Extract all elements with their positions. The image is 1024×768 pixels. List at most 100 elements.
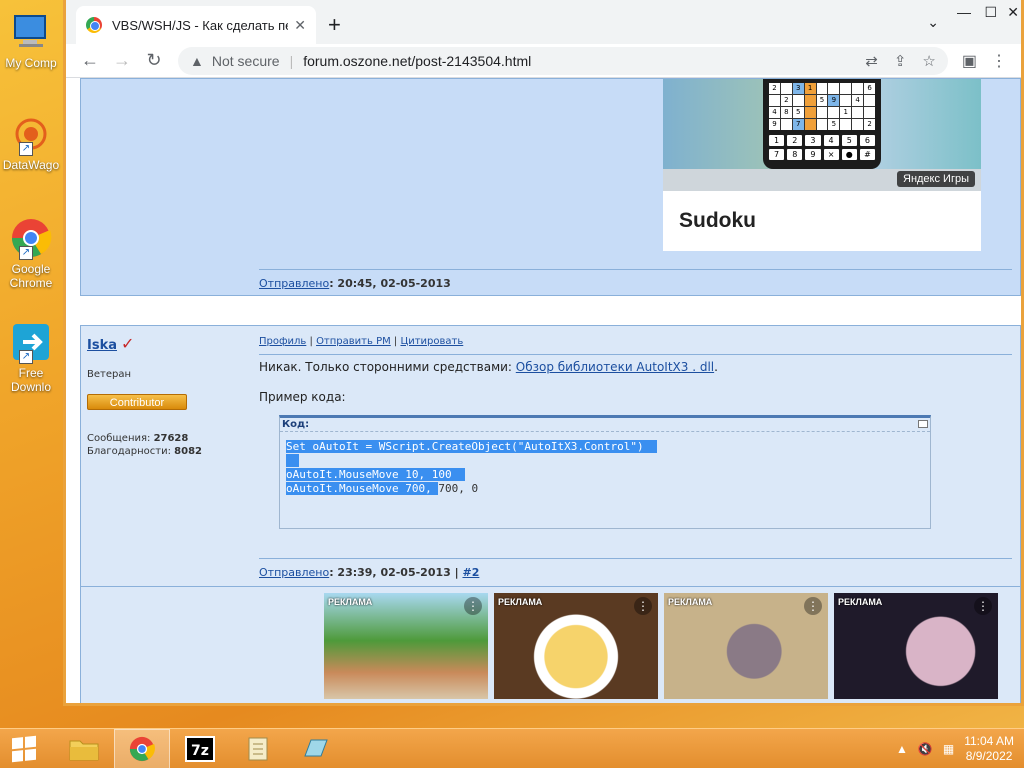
ad-tile[interactable]: РЕКЛАМА ⋮: [664, 593, 828, 699]
profile-link[interactable]: Профиль: [259, 336, 306, 347]
url-text: forum.oszone.net/post-2143504.html: [303, 52, 532, 69]
sudoku-cell: [816, 107, 828, 118]
ad-tile[interactable]: РЕКЛАМА ⋮: [834, 593, 998, 699]
clock[interactable]: 11:04 AM 8/9/2022: [964, 734, 1014, 764]
desktop-icon-chrome[interactable]: ↗ Google Chrome: [0, 216, 62, 290]
messages-count: 27628: [153, 433, 189, 444]
sudoku-key: ×: [823, 149, 839, 160]
close-window-button[interactable]: ✕: [1007, 4, 1019, 21]
forward-button[interactable]: →: [106, 47, 138, 75]
sudoku-key: 5: [841, 135, 857, 146]
sudoku-key: 1: [769, 135, 785, 146]
divider: [259, 354, 1012, 355]
share-icon[interactable]: ⇪: [894, 52, 907, 70]
post-number-link[interactable]: #2: [462, 566, 479, 579]
code-header-label: Код:: [282, 419, 310, 430]
checkmark-icon: ✓: [121, 334, 135, 353]
taskbar-7zip[interactable]: 7z: [172, 729, 228, 768]
security-status: Not secure: [211, 52, 280, 69]
sudoku-cell: 1: [804, 83, 816, 94]
autoitx3-link[interactable]: Обзор библиотеки AutoItX3 . dll: [516, 360, 714, 374]
taskbar-notepad[interactable]: [230, 729, 286, 768]
code-content[interactable]: Set oAutoIt = WScript.CreateObject("Auto…: [280, 432, 930, 504]
post-text-end: .: [714, 360, 718, 374]
sudoku-cell: [780, 119, 792, 130]
browser-toolbar: ← → ↻ ▲ Not secure | forum.oszone.net/po…: [66, 44, 1021, 78]
desktop-icon-free-download[interactable]: ↗ Free Downlo: [0, 320, 62, 394]
start-button[interactable]: [0, 729, 48, 768]
tab-bar: VBS/WSH/JS - Как сделать пере ✕ + ⌄ — ☐ …: [66, 0, 1021, 44]
more-options-icon[interactable]: ⋮: [634, 597, 652, 615]
sudoku-cell: 5: [828, 119, 840, 130]
sent-link[interactable]: Отправлено: [259, 277, 329, 290]
sudoku-cell: [816, 119, 828, 130]
sudoku-key: 7: [769, 149, 785, 160]
tab-search-icon[interactable]: ⌄: [927, 14, 939, 31]
close-tab-icon[interactable]: ✕: [294, 17, 306, 34]
sudoku-cell: [804, 119, 816, 130]
sudoku-key: #: [859, 149, 875, 160]
example-label: Пример кода:: [259, 390, 346, 404]
more-options-icon[interactable]: ⋮: [804, 597, 822, 615]
sudoku-cell: [852, 119, 864, 130]
sent-link[interactable]: Отправлено: [259, 566, 329, 579]
taskbar-file-explorer[interactable]: [56, 729, 112, 768]
side-panel-icon[interactable]: ▣: [962, 51, 977, 71]
sudoku-key: 8: [787, 149, 803, 160]
more-options-icon[interactable]: ⋮: [464, 597, 482, 615]
sudoku-cell: 7: [792, 119, 804, 130]
expand-icon[interactable]: [918, 420, 928, 428]
volume-muted-icon[interactable]: 🔇: [918, 742, 933, 756]
thanks-label: Благодарности:: [87, 446, 175, 457]
ad-tile[interactable]: РЕКЛАМА ⋮: [494, 593, 658, 699]
desktop-icon-my-computer[interactable]: My Comp: [0, 10, 62, 70]
divider: [81, 586, 1020, 587]
favicon-icon: [86, 17, 102, 33]
network-icon[interactable]: ▦: [943, 742, 954, 756]
new-tab-button[interactable]: +: [328, 12, 341, 38]
desktop-icon-label: Google Chrome: [9, 262, 53, 290]
sudoku-key: 9: [805, 149, 821, 160]
warning-icon: ▲: [190, 52, 204, 69]
sudoku-cell: [852, 107, 864, 118]
more-options-icon[interactable]: ⋮: [974, 597, 992, 615]
clock-time: 11:04 AM: [964, 733, 1014, 748]
windows-logo-icon: [12, 735, 36, 762]
back-button[interactable]: ←: [74, 47, 106, 75]
taskbar-chrome[interactable]: [114, 728, 170, 768]
taskbar-app[interactable]: [288, 729, 344, 768]
sudoku-cell: 6: [864, 83, 875, 94]
datawago-icon: ↗: [9, 112, 53, 156]
desktop-icon-datawago[interactable]: ↗ DataWago: [0, 112, 62, 172]
translate-icon[interactable]: ⇄: [865, 52, 878, 70]
sudoku-cell: 8: [780, 107, 792, 118]
send-pm-link[interactable]: Отправить PM: [316, 336, 391, 347]
show-hidden-icons[interactable]: ▲: [896, 742, 908, 756]
address-bar[interactable]: ▲ Not secure | forum.oszone.net/post-214…: [178, 46, 948, 75]
messages-label: Сообщения:: [87, 433, 154, 444]
reload-button[interactable]: ↻: [138, 47, 170, 75]
sudoku-cell: 3: [792, 83, 804, 94]
post-date: Отправлено: 20:45, 02-05-2013: [259, 277, 451, 290]
sudoku-cell: 4: [852, 95, 864, 106]
code-line: Set oAutoIt = WScript.CreateObject("Auto…: [286, 440, 644, 453]
code-block[interactable]: Код: Set oAutoIt = WScript.CreateObject(…: [279, 415, 931, 529]
sudoku-cell: [828, 83, 840, 94]
ad-label: РЕКЛАМА: [498, 597, 543, 607]
post-time: : 23:39, 02-05-2013 |: [329, 566, 463, 579]
sudoku-ad[interactable]: 2316259448519752 1 2 3 4 5 6 7 8 9 × ● # Яндекс Игр…: [663, 79, 981, 251]
browser-tab[interactable]: VBS/WSH/JS - Как сделать пере ✕: [76, 6, 316, 44]
phone-image: 2316259448519752 1 2 3 4 5 6 7 8 9 × ● #: [763, 79, 881, 169]
thanks-count: 8082: [174, 446, 203, 457]
author-name[interactable]: Iska: [87, 338, 117, 353]
scroll-icon: [248, 737, 268, 760]
menu-icon[interactable]: ⋮: [991, 51, 1007, 71]
ad-tile[interactable]: РЕКЛАМА ⋮: [324, 593, 488, 699]
sudoku-cell: [840, 95, 852, 106]
bookmark-star-icon[interactable]: ☆: [922, 52, 935, 70]
shortcut-arrow-icon: ↗: [19, 142, 33, 156]
quote-link[interactable]: Цитировать: [400, 336, 463, 347]
maximize-button[interactable]: ☐: [984, 4, 997, 21]
sudoku-grid: 2316259448519752: [769, 83, 875, 130]
minimize-button[interactable]: —: [957, 4, 971, 20]
